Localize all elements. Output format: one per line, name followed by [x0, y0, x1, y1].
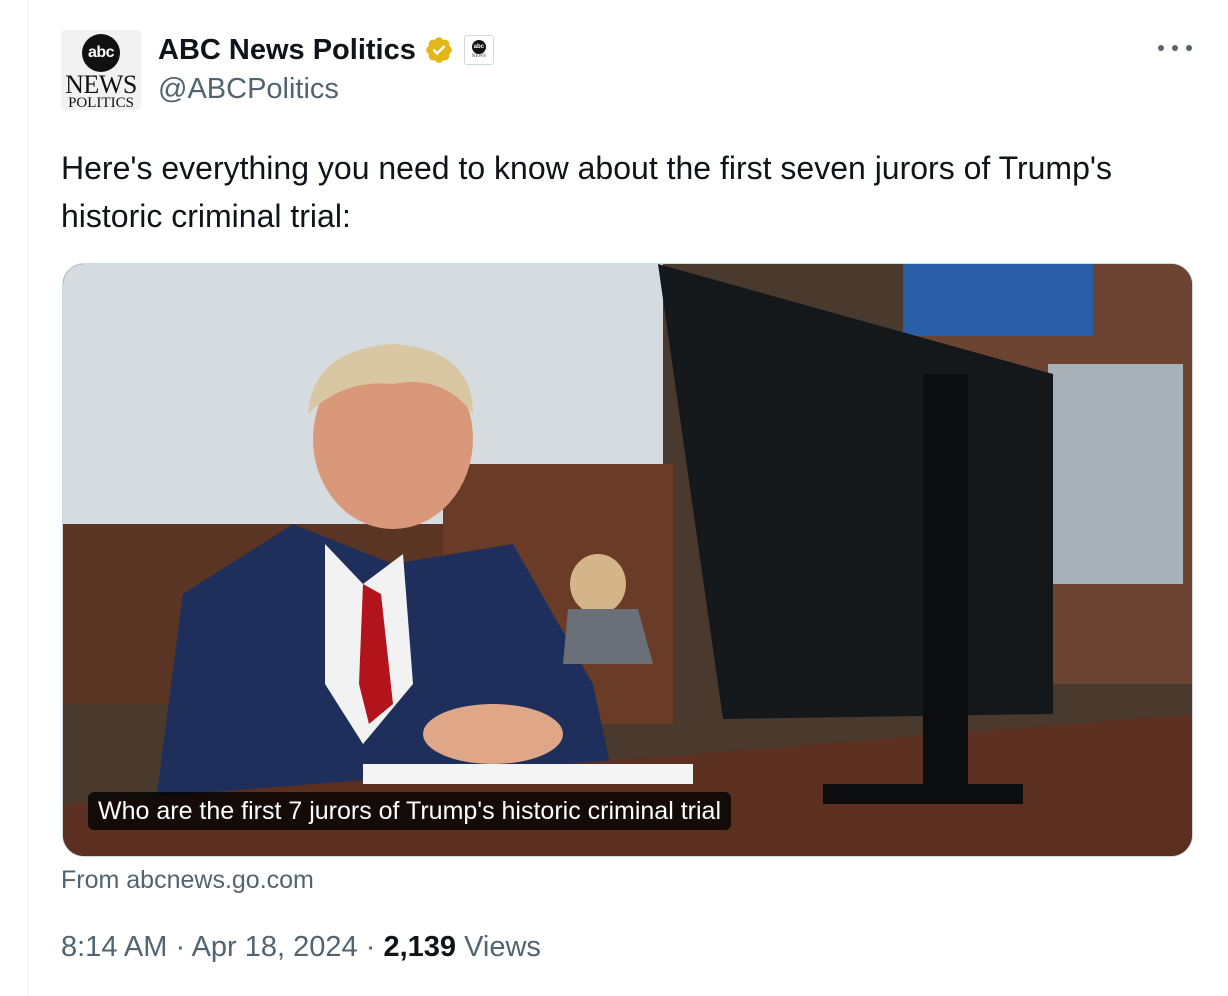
author-name-row: ABC News Politics abc NEWS [158, 32, 494, 68]
tweet-meta: 8:14 AM · Apr 18, 2024 · 2,139 Views [61, 931, 541, 964]
gold-verified-badge-icon[interactable] [424, 35, 454, 65]
tweet-text: Here's everything you need to know about… [61, 150, 1112, 234]
avatar-news-text: NEWS [65, 70, 137, 99]
views-count: 2,139 [383, 931, 457, 963]
card-image [63, 264, 1192, 856]
timeline-divider [28, 0, 29, 996]
card-source[interactable]: From abcnews.go.com [61, 866, 314, 895]
views-label: Views [456, 931, 541, 963]
tweet-time[interactable]: 8:14 AM [61, 931, 167, 963]
more-options-icon[interactable] [1158, 42, 1192, 54]
meta-separator: · [357, 931, 384, 963]
link-card[interactable]: Who are the first 7 jurors of Trump's hi… [62, 263, 1193, 857]
affiliation-badge[interactable]: abc NEWS [463, 35, 494, 65]
affiliation-abc-logo: abc [471, 40, 486, 54]
tweet-date[interactable]: Apr 18, 2024 [192, 931, 358, 963]
meta-separator: · [167, 931, 192, 963]
handle[interactable]: @ABCPolitics [158, 73, 339, 106]
avatar-politics-text: POLITICS [68, 95, 134, 111]
avatar[interactable]: abc NEWS POLITICS [61, 30, 141, 110]
affiliation-news-text: NEWS [471, 54, 486, 59]
avatar-abc-logo: abc [82, 34, 120, 72]
card-caption: Who are the first 7 jurors of Trump's hi… [88, 792, 731, 830]
display-name[interactable]: ABC News Politics [158, 34, 416, 67]
